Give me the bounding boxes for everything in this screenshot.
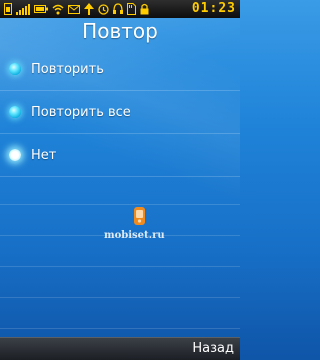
lock-icon — [140, 3, 149, 15]
watermark-text: mobiset.ru — [104, 230, 165, 241]
option-label: Повторить все — [31, 104, 131, 120]
list-divider — [0, 174, 240, 205]
back-softkey[interactable]: Назад — [192, 341, 234, 356]
battery-icon — [34, 5, 48, 13]
status-clock: 01:23 — [191, 1, 236, 16]
status-bar: 01:23 — [0, 0, 240, 18]
softkey-bar: Назад — [0, 337, 240, 360]
list-divider — [0, 298, 240, 329]
signal-icon — [16, 4, 30, 15]
radio-selected-icon[interactable] — [9, 149, 21, 161]
empty-list-rows — [0, 174, 240, 329]
repeat-options-list: Повторить Повторить все Нет — [0, 48, 240, 177]
sd-card-icon — [127, 3, 136, 15]
option-label: Повторить — [31, 61, 104, 77]
screen-title: Повтор — [82, 19, 158, 43]
network-icon — [84, 3, 94, 15]
alarm-icon — [98, 4, 109, 15]
wifi-icon — [52, 4, 64, 15]
radio-unselected-icon[interactable] — [9, 63, 21, 75]
message-icon — [68, 5, 80, 14]
sim-icon — [4, 3, 12, 15]
mobiset-logo-icon — [134, 207, 145, 225]
headset-icon — [113, 3, 123, 14]
list-divider — [0, 267, 240, 298]
option-none[interactable]: Нет — [0, 134, 240, 177]
option-repeat-all[interactable]: Повторить все — [0, 91, 240, 134]
option-repeat[interactable]: Повторить — [0, 48, 240, 91]
radio-unselected-icon[interactable] — [9, 106, 21, 118]
option-label: Нет — [31, 147, 57, 163]
